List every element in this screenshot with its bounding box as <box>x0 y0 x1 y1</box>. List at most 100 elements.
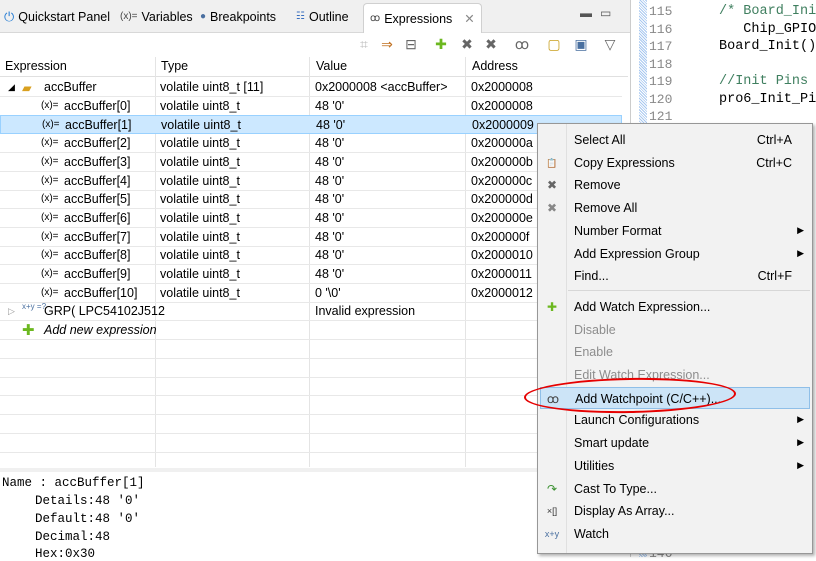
table-row[interactable]: (x)= accBuffer[1] volatile uint8_t 48 '0'… <box>0 115 622 135</box>
view-menu-icon[interactable]: ▽ <box>601 35 619 53</box>
line-number: 121 <box>649 109 673 124</box>
submenu-arrow-icon: ▶ <box>797 437 804 448</box>
value-cell[interactable]: Invalid expression <box>315 304 415 318</box>
glasses-icon: ꝏ <box>370 12 381 24</box>
value-cell[interactable]: 48 '0' <box>315 174 344 188</box>
tab-breakpoints[interactable]: ● Breakpoints <box>200 6 276 28</box>
expand-arrow-icon[interactable]: ▷ <box>8 306 15 317</box>
menu-item-utilities[interactable]: Utilities ▶ <box>540 455 810 477</box>
menu-item-remove[interactable]: ✖ Remove <box>540 174 810 196</box>
copy-icon: 📋 <box>546 157 558 168</box>
type-cell: volatile uint8_t <box>160 173 240 188</box>
menu-item-smart-update[interactable]: Smart update ▶ <box>540 432 810 454</box>
table-row[interactable]: ◢ ▰ accBuffer volatile uint8_t [11] 0x2000… <box>0 78 622 97</box>
variable-icon: (x)= <box>41 211 59 223</box>
table-row[interactable]: (x)= accBuffer[7] volatile uint8_t 48 '0'… <box>0 228 622 247</box>
column-expression[interactable]: Expression <box>5 59 67 73</box>
menu-item-launch-configurations[interactable]: Launch Configurations ▶ <box>540 409 810 431</box>
table-row[interactable]: (x)= accBuffer[8] volatile uint8_t 48 '0'… <box>0 246 622 266</box>
value-cell[interactable]: 48 '0' <box>315 192 344 206</box>
value-cell[interactable]: 48 '0' <box>316 118 345 132</box>
variables-icon: (x)= <box>120 11 138 22</box>
menu-item-add-expression-group[interactable]: Add Expression Group ▶ <box>540 243 810 265</box>
column-value[interactable]: Value <box>316 59 347 73</box>
collapse-all-icon[interactable]: ⊟ <box>402 35 420 53</box>
close-tab-icon[interactable]: ✕ <box>464 8 474 30</box>
table-row[interactable]: (x)= accBuffer[2] volatile uint8_t 48 '0'… <box>0 134 622 154</box>
menu-item-cast-to-type[interactable]: ↷ Cast To Type... <box>540 478 810 500</box>
expression-cell: accBuffer[3] <box>64 154 131 169</box>
menu-item-find[interactable]: Find... Ctrl+F <box>540 265 810 287</box>
menu-item-remove-all[interactable]: ✖ Remove All <box>540 197 810 219</box>
menu-item-watch[interactable]: x+y Watch <box>540 523 810 545</box>
address-cell: 0x200000c <box>471 173 533 188</box>
table-row[interactable]: (x)= accBuffer[0] volatile uint8_t 48 '0'… <box>0 97 622 116</box>
table-row[interactable]: (x)= accBuffer[4] volatile uint8_t 48 '0'… <box>0 172 622 191</box>
value-cell[interactable]: 48 '0' <box>315 155 344 169</box>
outline-icon: ☷ <box>296 11 305 22</box>
submenu-arrow-icon: ▶ <box>797 247 804 258</box>
expression-cell: accBuffer[4] <box>64 173 131 188</box>
tab-quickstart-panel[interactable]: ⏻ Quickstart Panel <box>4 6 110 28</box>
menu-item-add-watch-expression[interactable]: ✚ Add Watch Expression... <box>540 296 810 318</box>
tab-variables[interactable]: (x)= Variables <box>120 6 193 28</box>
maximize-icon[interactable]: ▭ <box>600 6 611 20</box>
minimize-icon[interactable]: ▬ <box>580 6 592 20</box>
expression-cell: accBuffer <box>44 80 97 94</box>
pin-icon[interactable]: ▣ <box>572 35 590 53</box>
menu-item-copy-expressions[interactable]: 📋 Copy Expressions Ctrl+C <box>540 152 810 174</box>
collapse-arrow-icon[interactable]: ◢ <box>8 82 15 93</box>
line-number: 116 <box>649 21 673 37</box>
type-cell: volatile uint8_t <box>160 154 240 169</box>
address-cell: 0x2000010 <box>471 248 533 263</box>
address-cell: 0x200000a <box>471 136 533 151</box>
value-cell[interactable]: 48 '0' <box>315 248 344 262</box>
menu-separator <box>568 289 810 291</box>
table-row[interactable]: (x)= accBuffer[6] volatile uint8_t 48 '0'… <box>0 209 622 228</box>
line-number: 119 <box>649 74 673 89</box>
type-cell: volatile uint8_t <box>160 285 240 300</box>
value-cell[interactable]: 48 '0' <box>315 230 344 244</box>
show-logical-structure-icon[interactable]: ⇒ <box>378 35 396 53</box>
menu-item-select-all[interactable]: Select All Ctrl+A <box>540 129 810 151</box>
menu-item-display-as-array[interactable]: ×[] Display As Array... <box>540 500 810 522</box>
tab-outline[interactable]: ☷ Outline <box>296 6 349 28</box>
column-address[interactable]: Address <box>472 59 518 73</box>
add-expression-icon[interactable]: ✚ <box>432 35 450 53</box>
add-new-expression-row[interactable]: ✚ Add new expression <box>0 321 622 340</box>
new-view-icon[interactable]: ▢ <box>545 35 563 53</box>
table-row[interactable]: (x)= accBuffer[5] volatile uint8_t 48 '0'… <box>0 190 622 210</box>
remove-all-icon[interactable]: ✖ <box>482 35 500 53</box>
menu-item-number-format[interactable]: Number Format ▶ <box>540 220 810 242</box>
value-cell[interactable]: 48 '0' <box>315 267 344 281</box>
value-cell[interactable]: 48 '0' <box>315 136 344 150</box>
table-row[interactable]: (x)= accBuffer[3] volatile uint8_t 48 '0'… <box>0 153 622 172</box>
value-cell[interactable]: 48 '0' <box>315 211 344 225</box>
tab-expressions[interactable]: ꝏ Expressions ✕ <box>363 3 482 33</box>
column-type[interactable]: Type <box>161 59 188 73</box>
remove-icon[interactable]: ✖ <box>458 35 476 53</box>
value-cell[interactable]: 48 '0' <box>315 99 344 113</box>
table-row[interactable]: (x)= accBuffer[10] volatile uint8_t 0 '\0… <box>0 284 622 303</box>
submenu-arrow-icon: ▶ <box>797 414 804 425</box>
remove-icon: ✖ <box>546 178 558 193</box>
array-icon: ×[] <box>546 506 558 517</box>
value-cell[interactable]: 0 '\0' <box>315 286 341 300</box>
variable-icon: (x)= <box>41 249 59 261</box>
type-cell: volatile uint8_t <box>160 136 240 151</box>
address-cell: 0x200000e <box>471 210 533 225</box>
table-row[interactable]: ▷ x+y =? GRP( LPC54102J512 Invalid express… <box>0 302 622 322</box>
variable-icon: (x)= <box>41 268 59 279</box>
address-cell: 0x200000b <box>471 154 533 169</box>
empty-row <box>0 340 622 359</box>
variable-icon: (x)= <box>41 174 59 186</box>
type-cell: volatile uint8_t <box>160 267 240 281</box>
table-row[interactable]: (x)= accBuffer[9] volatile uint8_t 48 '0'… <box>0 265 622 284</box>
show-type-names-icon[interactable]: ⌗ <box>355 35 373 53</box>
type-cell: volatile uint8_t <box>160 248 240 263</box>
view-tabs: ⏻ Quickstart Panel (x)= Variables ● Breakpo… <box>0 0 630 33</box>
details-pane: Name : accBuffer[1] Details:48 '0' Defau… <box>0 468 630 561</box>
value-cell[interactable]: 0x2000008 <accBuffer> <box>315 80 448 94</box>
table-header: Expression Type Value Address <box>0 57 628 77</box>
watch-icon[interactable]: ꝏ <box>513 35 531 53</box>
